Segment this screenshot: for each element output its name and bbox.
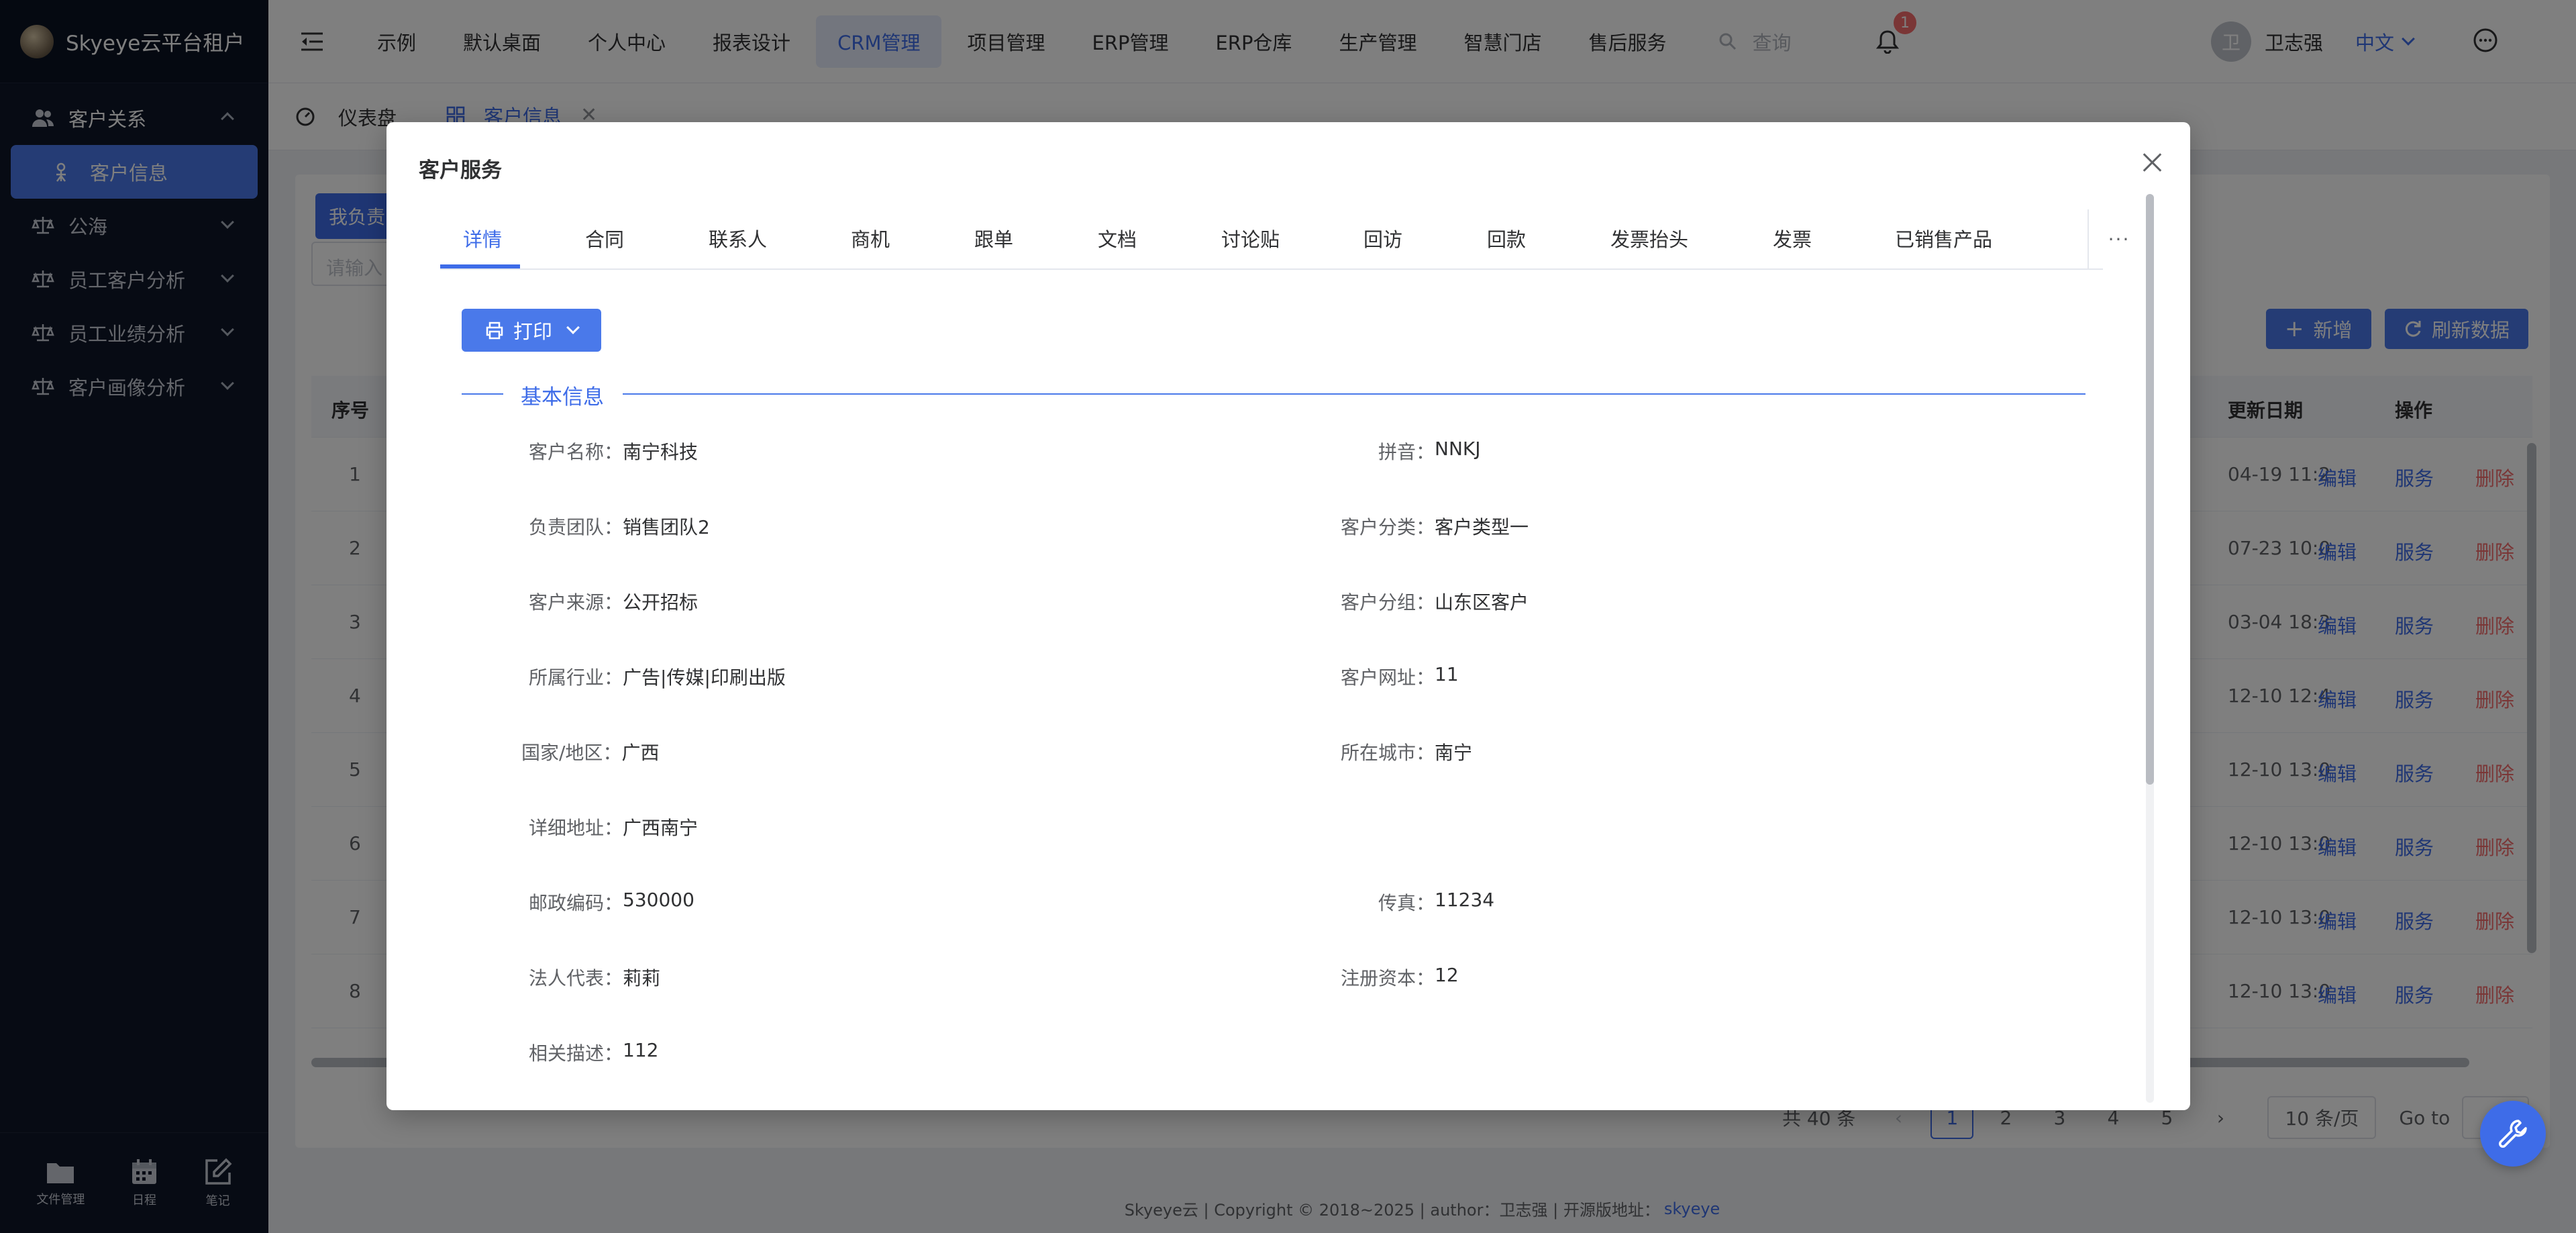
field-value: 客户类型一 (1435, 516, 1529, 538)
print-button[interactable]: 打印 (462, 309, 601, 352)
field-value: 12 (1435, 964, 1459, 986)
field-value: 南宁 (1435, 742, 1473, 764)
field-value: NNKJ (1435, 438, 1481, 460)
field-value: 广告|传媒|印刷出版 (623, 667, 786, 689)
field-team: 负责团队： 销售团队2 (529, 513, 710, 540)
tab-contracts[interactable]: 合同 (585, 224, 624, 252)
dialog-tabs: 详情 合同 联系人 商机 跟单 文档 讨论贴 回访 回款 发票抬头 发票 已销售… (440, 209, 2128, 270)
printer-icon (486, 322, 503, 340)
field-value: 南宁科技 (623, 441, 699, 463)
field-industry: 所属行业： 广告|传媒|印刷出版 (529, 663, 786, 690)
field-label: 负责团队： (529, 516, 623, 538)
tab-invoices[interactable]: 发票 (1773, 224, 1812, 252)
tab-opportunities[interactable]: 商机 (851, 224, 890, 252)
field-region: 国家/地区： 广西 (521, 738, 659, 765)
tab-payments[interactable]: 回款 (1487, 224, 1526, 252)
dialog-scrollbar[interactable] (2146, 194, 2154, 1103)
field-value: 11234 (1435, 889, 1495, 911)
field-label: 客户来源： (529, 591, 623, 613)
field-capital: 注册资本： 12 (1341, 964, 1459, 991)
field-category: 客户分类： 客户类型一 (1341, 513, 1529, 540)
field-value: 530000 (623, 889, 694, 911)
field-label: 客户分类： (1341, 516, 1435, 538)
field-group: 客户分组： 山东区客户 (1341, 588, 1529, 615)
print-button-label: 打印 (513, 320, 552, 343)
field-label: 客户网址： (1341, 667, 1435, 689)
field-fax: 传真： 11234 (1378, 889, 1494, 916)
tools-fab-button[interactable] (2480, 1101, 2546, 1167)
section-divider: 基本信息 (462, 377, 2085, 411)
field-label: 拼音： (1378, 441, 1435, 463)
field-legal-rep: 法人代表： 莉莉 (529, 964, 660, 991)
dialog-close-button[interactable] (2139, 149, 2166, 176)
tab-invoice-headers[interactable]: 发票抬头 (1610, 224, 1688, 252)
tab-follow-up[interactable]: 跟单 (974, 224, 1013, 252)
field-source: 客户来源： 公开招标 (529, 588, 698, 615)
field-value: 112 (623, 1039, 659, 1061)
tab-sold-products[interactable]: 已销售产品 (1895, 224, 1992, 252)
field-label: 邮政编码： (529, 892, 623, 914)
field-label: 传真： (1378, 892, 1435, 914)
field-value: 11 (1435, 663, 1459, 685)
field-value: 销售团队2 (623, 516, 710, 538)
tab-discussions[interactable]: 讨论贴 (1221, 224, 1280, 252)
field-label: 所属行业： (529, 667, 623, 689)
tab-documents[interactable]: 文档 (1098, 224, 1137, 252)
field-value: 广西 (621, 742, 660, 764)
field-value: 广西南宁 (623, 817, 699, 839)
field-label: 相关描述： (529, 1042, 623, 1065)
field-label: 注册资本： (1341, 967, 1435, 989)
field-label: 客户分组： (1341, 591, 1435, 613)
field-postcode: 邮政编码： 530000 (529, 889, 694, 916)
field-label: 详细地址： (529, 817, 623, 839)
field-value: 公开招标 (623, 591, 699, 613)
field-value: 山东区客户 (1435, 591, 1529, 613)
field-pinyin: 拼音： NNKJ (1378, 438, 1481, 464)
tab-contacts[interactable]: 联系人 (709, 224, 767, 252)
more-tabs-button[interactable]: ··· (2088, 209, 2149, 268)
field-customer-name: 客户名称： 南宁科技 (529, 438, 698, 464)
scrollbar-thumb[interactable] (2146, 194, 2154, 785)
field-website: 客户网址： 11 (1341, 663, 1459, 690)
field-address: 详细地址： 广西南宁 (529, 813, 698, 840)
divider-line (623, 393, 2085, 395)
field-description: 相关描述： 112 (529, 1039, 658, 1066)
wrench-icon (2499, 1120, 2527, 1148)
field-label: 国家/地区： (521, 742, 622, 764)
field-label: 所在城市： (1341, 742, 1435, 764)
field-label: 客户名称： (529, 441, 623, 463)
field-value: 莉莉 (623, 967, 661, 989)
dialog-title: 客户服务 (419, 158, 502, 183)
tab-return-visits[interactable]: 回访 (1363, 224, 1402, 252)
active-tab-indicator (440, 264, 520, 268)
chevron-down-icon (566, 321, 580, 334)
field-city: 所在城市： 南宁 (1341, 738, 1472, 765)
divider-line (462, 393, 503, 395)
customer-service-dialog: 客户服务 详情 合同 联系人 商机 跟单 文档 讨论贴 回访 回款 发票抬头 发… (387, 122, 2190, 1110)
tab-details[interactable]: 详情 (463, 224, 502, 252)
section-title: 基本信息 (521, 385, 604, 409)
field-label: 法人代表： (529, 967, 623, 989)
